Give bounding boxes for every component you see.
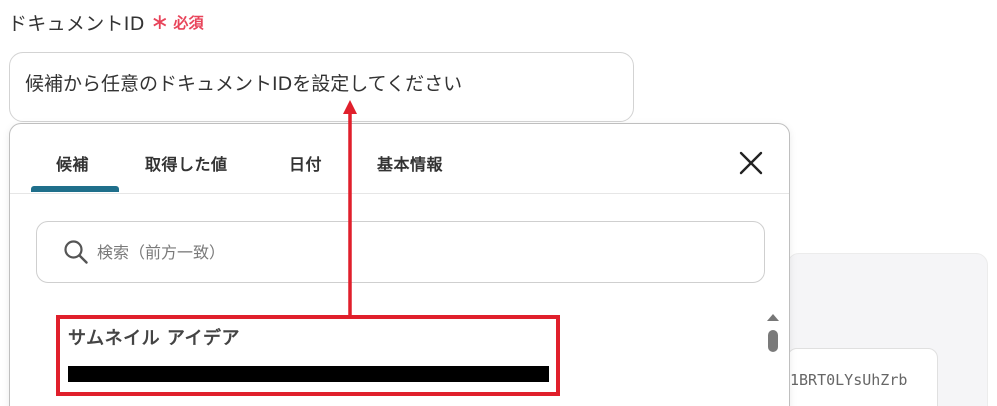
tab-suggestions[interactable]: 候補: [56, 151, 89, 175]
dropdown-tabs: 候補 取得した値 日付 基本情報: [10, 124, 789, 194]
tab-date[interactable]: 日付: [289, 151, 322, 175]
annotation-highlight-box: [56, 315, 560, 396]
search-input[interactable]: [97, 232, 737, 272]
search-icon: [63, 239, 89, 265]
tab-basic-info[interactable]: 基本情報: [377, 151, 443, 175]
field-label-text: ドキュメントID: [8, 13, 145, 35]
close-icon[interactable]: [737, 149, 765, 177]
document-id-placeholder: 候補から任意のドキュメントIDを設定してください: [25, 73, 463, 95]
required-badge: 必須: [173, 14, 204, 32]
scroll-up-arrow[interactable]: [767, 314, 779, 321]
document-id-label: ドキュメントID ∗ 必須: [8, 9, 204, 36]
active-tab-indicator: [31, 186, 119, 192]
document-id-input[interactable]: 候補から任意のドキュメントIDを設定してください: [9, 52, 634, 122]
search-box: [36, 221, 765, 283]
required-asterisk: ∗: [150, 9, 170, 35]
scrollbar-thumb[interactable]: [768, 330, 778, 352]
background-field[interactable]: 1BRT0LYsUhZrb: [787, 348, 938, 406]
background-field-value: 1BRT0LYsUhZrb: [790, 371, 908, 389]
tab-retrieved-values[interactable]: 取得した値: [145, 151, 228, 175]
